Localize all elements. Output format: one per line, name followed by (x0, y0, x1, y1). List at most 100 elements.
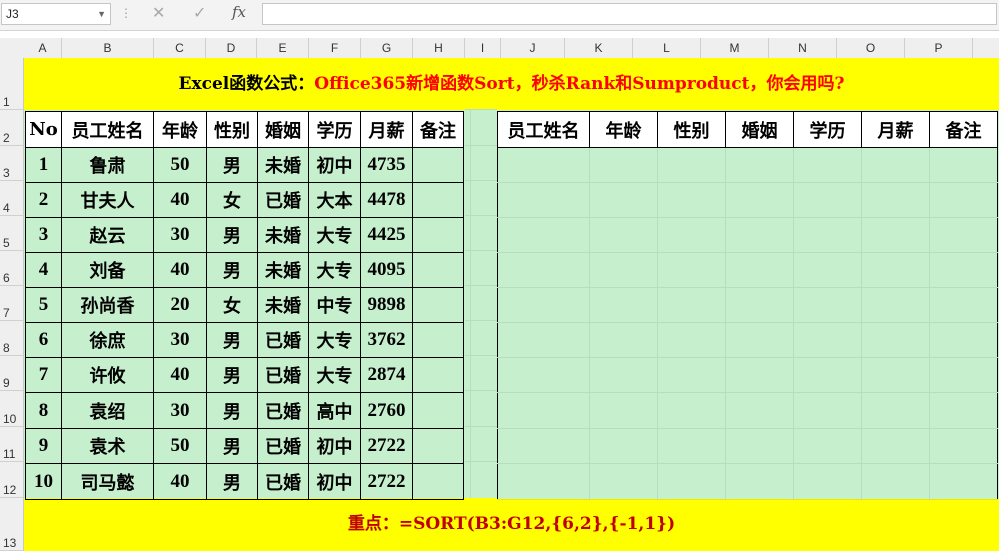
cell[interactable] (412, 322, 464, 358)
cell[interactable] (497, 392, 590, 429)
cell[interactable] (412, 217, 464, 253)
cell[interactable]: 男 (206, 322, 258, 358)
cell[interactable] (861, 217, 930, 253)
cell[interactable]: 赵云 (61, 217, 154, 253)
cell[interactable]: 2874 (360, 357, 413, 393)
cell[interactable] (412, 287, 464, 323)
cell[interactable] (589, 463, 658, 500)
cancel-icon[interactable]: ✕ (152, 4, 165, 24)
cell[interactable]: 30 (153, 392, 207, 429)
cell[interactable]: 10 (25, 463, 62, 500)
cell[interactable]: 大专 (308, 322, 361, 358)
cell[interactable] (657, 182, 726, 218)
cell[interactable]: 9898 (360, 287, 413, 323)
cell[interactable]: 女 (206, 287, 258, 323)
cell[interactable] (412, 252, 464, 288)
cell[interactable]: 徐庶 (61, 322, 154, 358)
cell[interactable] (861, 182, 930, 218)
cell[interactable] (497, 322, 590, 358)
cell[interactable]: 初中 (308, 147, 361, 183)
cell[interactable]: 8 (25, 392, 62, 429)
column-header-p[interactable]: P (905, 38, 973, 58)
cell[interactable]: 未婚 (257, 147, 309, 183)
cell[interactable] (929, 217, 998, 253)
chevron-down-icon[interactable]: ▼ (97, 4, 106, 24)
cell[interactable]: 许攸 (61, 357, 154, 393)
cell[interactable]: 40 (153, 182, 207, 218)
cell[interactable] (497, 463, 590, 500)
cell[interactable]: 女 (206, 182, 258, 218)
cell[interactable] (929, 252, 998, 288)
cell[interactable] (657, 287, 726, 323)
cell[interactable]: 6 (25, 322, 62, 358)
cell[interactable]: 4 (25, 252, 62, 288)
cell[interactable] (929, 463, 998, 500)
row-header-2[interactable]: 2 (0, 110, 24, 146)
cell[interactable]: 4478 (360, 182, 413, 218)
cell[interactable] (929, 357, 998, 393)
cell[interactable] (589, 392, 658, 429)
cell[interactable]: 40 (153, 463, 207, 500)
cell[interactable] (657, 217, 726, 253)
cell[interactable]: 男 (206, 252, 258, 288)
cell[interactable] (725, 252, 794, 288)
formula-note[interactable]: 重点：=SORT(B3:G12,{6,2},{-1,1}) (24, 498, 999, 551)
column-header-j[interactable]: J (501, 38, 565, 58)
cell[interactable]: 鲁肃 (61, 147, 154, 183)
cell[interactable] (861, 357, 930, 393)
cell[interactable] (497, 182, 590, 218)
cell[interactable] (793, 182, 862, 218)
header-cell[interactable]: 学历 (308, 111, 361, 148)
cell[interactable] (725, 182, 794, 218)
cell[interactable] (412, 392, 464, 429)
column-header-l[interactable]: L (633, 38, 701, 58)
cell[interactable] (861, 252, 930, 288)
cell[interactable]: 男 (206, 357, 258, 393)
formula-input[interactable] (262, 3, 997, 25)
confirm-icon[interactable]: ✓ (193, 4, 206, 24)
cell[interactable]: 9 (25, 428, 62, 464)
cell[interactable]: 50 (153, 428, 207, 464)
cell[interactable] (725, 217, 794, 253)
header-cell[interactable]: 性别 (206, 111, 258, 148)
cell[interactable] (929, 322, 998, 358)
header-cell[interactable]: 婚姻 (257, 111, 309, 148)
fx-icon[interactable]: fx (232, 3, 246, 21)
cell[interactable]: 男 (206, 463, 258, 500)
cell[interactable] (657, 147, 726, 183)
cell[interactable] (589, 217, 658, 253)
cell[interactable] (929, 428, 998, 464)
column-header-b[interactable]: B (62, 38, 154, 58)
row-header-6[interactable]: 6 (0, 251, 24, 286)
cell[interactable] (589, 428, 658, 464)
column-header-m[interactable]: M (701, 38, 769, 58)
cell[interactable]: 男 (206, 392, 258, 429)
cell[interactable]: 袁术 (61, 428, 154, 464)
cell[interactable]: 3 (25, 217, 62, 253)
header-cell[interactable]: 月薪 (360, 111, 413, 148)
cell[interactable]: 大专 (308, 217, 361, 253)
cell[interactable]: 男 (206, 217, 258, 253)
cell[interactable] (412, 357, 464, 393)
cell[interactable]: 男 (206, 147, 258, 183)
cell[interactable]: 已婚 (257, 392, 309, 429)
cell[interactable] (497, 147, 590, 183)
cell[interactable]: 已婚 (257, 463, 309, 500)
cell[interactable]: 30 (153, 217, 207, 253)
cell[interactable] (725, 392, 794, 429)
cell[interactable]: 孙尚香 (61, 287, 154, 323)
cell[interactable] (929, 392, 998, 429)
cell[interactable]: 男 (206, 428, 258, 464)
cell[interactable]: 初中 (308, 463, 361, 500)
header-cell[interactable]: 备注 (929, 111, 998, 148)
cell[interactable] (497, 217, 590, 253)
cell[interactable]: 中专 (308, 287, 361, 323)
cell[interactable]: 未婚 (257, 217, 309, 253)
column-header-a[interactable]: A (24, 38, 62, 58)
cell[interactable] (861, 463, 930, 500)
column-header-e[interactable]: E (257, 38, 309, 58)
row-header-5[interactable]: 5 (0, 216, 24, 251)
cell[interactable] (861, 392, 930, 429)
row-header-3[interactable]: 3 (0, 146, 24, 181)
cell[interactable]: 高中 (308, 392, 361, 429)
